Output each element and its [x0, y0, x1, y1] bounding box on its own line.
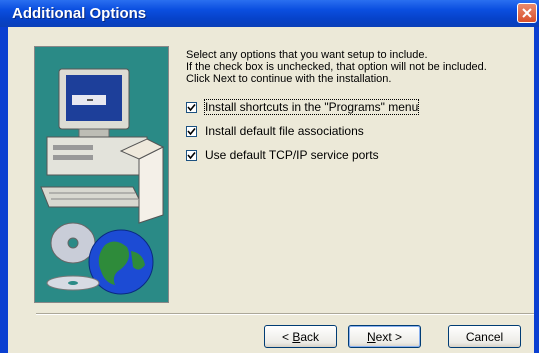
back-prefix: <: [281, 329, 293, 344]
cancel-label: Cancel: [465, 329, 504, 344]
window-title: Additional Options: [12, 5, 147, 22]
close-button[interactable]: [517, 3, 537, 23]
close-icon: [522, 8, 532, 18]
setup-illustration: [34, 46, 169, 303]
setup-dialog: Additional Options Select any options th…: [0, 0, 539, 353]
next-label-rest: ext >: [375, 329, 403, 344]
cd-globe-icon: [46, 222, 154, 295]
back-button[interactable]: < Back: [264, 325, 337, 348]
checkmark-icon: [187, 103, 196, 111]
checkbox-programs-shortcuts[interactable]: [186, 101, 197, 113]
option-programs-shortcuts[interactable]: Install shortcuts in the "Programs" menu: [186, 99, 420, 115]
computer-icon: [40, 68, 165, 224]
checkmark-icon: [187, 127, 196, 135]
intro-line-2: If the check box is unchecked, that opti…: [186, 61, 487, 73]
divider: [36, 313, 534, 315]
cancel-button[interactable]: Cancel: [448, 325, 521, 348]
checkbox-file-associations[interactable]: [186, 125, 197, 137]
title-bar[interactable]: Additional Options: [0, 0, 539, 27]
checkbox-tcpip-ports[interactable]: [186, 149, 197, 161]
instructions-text: Select any options that you want setup t…: [186, 49, 531, 85]
back-mnemonic: B: [292, 329, 301, 344]
option-label: Install default file associations: [205, 124, 364, 138]
intro-line-1: Select any options that you want setup t…: [186, 49, 428, 61]
intro-line-3: Click Next to continue with the installa…: [186, 73, 392, 85]
checkmark-icon: [187, 151, 196, 159]
option-file-associations[interactable]: Install default file associations: [186, 123, 364, 139]
next-mnemonic: N: [366, 329, 376, 344]
option-label: Use default TCP/IP service ports: [205, 148, 379, 162]
dialog-body: Select any options that you want setup t…: [8, 27, 534, 353]
next-button[interactable]: Next >: [348, 325, 421, 348]
back-label-rest: ack: [300, 329, 320, 344]
option-tcpip-ports[interactable]: Use default TCP/IP service ports: [186, 147, 379, 163]
option-label: Install shortcuts in the "Programs" menu: [203, 99, 420, 115]
